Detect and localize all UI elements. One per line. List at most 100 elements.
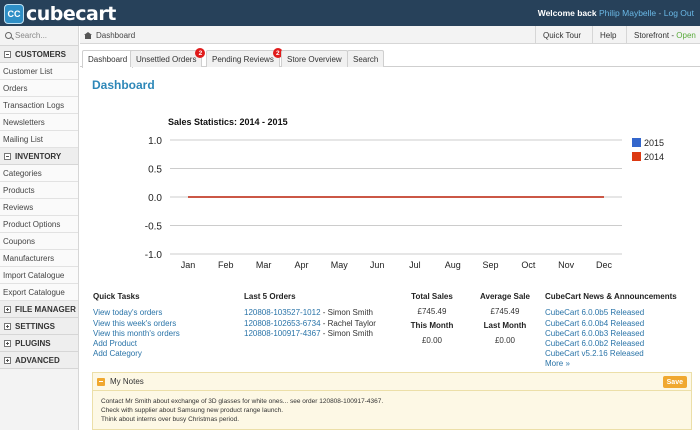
news-link[interactable]: CubeCart 6.0.0b5 Released [545, 308, 644, 317]
legend-label-2015: 2015 [644, 138, 664, 148]
notes-textarea[interactable]: Contact Mr Smith about exchange of 3D gl… [101, 397, 383, 424]
news-link[interactable]: CubeCart 6.0.0b2 Released [545, 339, 644, 348]
separator: - [658, 8, 662, 18]
sidebar-item-mailing-list[interactable]: Mailing List [0, 131, 78, 148]
x-tick-label: Apr [294, 260, 308, 270]
quick-task-link[interactable]: View this month's orders [93, 329, 180, 338]
quick-task-link[interactable]: View today's orders [93, 308, 162, 317]
section-title: PLUGINS [15, 338, 51, 348]
expand-icon [4, 339, 11, 347]
sidebar-item-import-catalogue[interactable]: Import Catalogue [0, 267, 78, 284]
average-sale-value: £745.49 [490, 307, 520, 316]
quick-task-link[interactable]: Add Category [93, 349, 142, 358]
x-tick-label: Nov [558, 260, 575, 270]
legend-label-2014: 2014 [644, 152, 664, 162]
sidebar-item-products[interactable]: Products [0, 182, 78, 199]
sidebar-item-product-options[interactable]: Product Options [0, 216, 78, 233]
sidebar-item-categories[interactable]: Categories [0, 165, 78, 182]
tab-dashboard[interactable]: Dashboard [82, 50, 134, 68]
y-tick-label: 0.5 [148, 165, 162, 176]
last-month-label: Last Month [483, 321, 527, 330]
quick-task-link[interactable]: Add Product [93, 339, 137, 348]
this-month-value: £0.00 [421, 336, 443, 345]
storefront-button[interactable]: Storefront - Open [626, 26, 700, 44]
section-title: SETTINGS [15, 321, 56, 331]
last-month-value: £0.00 [494, 336, 516, 345]
news-more-link[interactable]: More » [545, 359, 570, 368]
help-button[interactable]: Help [592, 26, 623, 44]
sidebar-section-advanced[interactable]: ADVANCED [0, 352, 78, 369]
news-title: CubeCart News & Announcements [545, 292, 677, 301]
search-icon [5, 32, 12, 39]
sidebar-section-inventory[interactable]: INVENTORY [0, 148, 78, 165]
tab-label: Pending Reviews [212, 54, 274, 64]
section-title: CUSTOMERS [15, 49, 66, 59]
x-tick-label: Feb [218, 260, 234, 270]
sidebar-item-coupons[interactable]: Coupons [0, 233, 78, 250]
sidebar-item-customer-list[interactable]: Customer List [0, 63, 78, 80]
notes-panel: My Notes Save Contact Mr Smith about exc… [92, 372, 692, 430]
y-tick-label: 1.0 [148, 136, 162, 147]
search-input[interactable]: Search... [15, 31, 47, 40]
welcome-area: Welcome back Philip Maybelle - Log Out [538, 8, 694, 18]
legend-swatch-2014 [632, 152, 641, 161]
legend-swatch-2015 [632, 138, 641, 147]
sidebar-item-newsletters[interactable]: Newsletters [0, 114, 78, 131]
order-row: 120808-102653-6734 - Rachel Taylor [244, 319, 376, 328]
storefront-label: Storefront [634, 30, 670, 40]
storefront-separator: - [671, 30, 675, 40]
tab-search[interactable]: Search [347, 50, 385, 67]
news-link[interactable]: CubeCart 6.0.0b3 Released [545, 329, 644, 338]
expand-icon [4, 322, 11, 330]
tab-pending-reviews[interactable]: Pending Reviews 2 [206, 48, 283, 67]
count-badge: 2 [195, 48, 206, 58]
notes-header: My Notes Save [93, 373, 691, 391]
y-tick-label: -1.0 [145, 250, 163, 261]
sidebar-section-plugins[interactable]: PLUGINS [0, 335, 78, 352]
sidebar-item-reviews[interactable]: Reviews [0, 199, 78, 216]
tab-label: Search [353, 54, 379, 64]
sidebar-section-customers[interactable]: CUSTOMERS [0, 46, 78, 63]
logout-link[interactable]: Log Out [664, 8, 694, 18]
welcome-text: Welcome back [537, 8, 597, 18]
order-id-link[interactable]: 120808-100917-4367 [244, 329, 321, 338]
news-link[interactable]: CubeCart 6.0.0b4 Released [545, 319, 644, 328]
order-id-link[interactable]: 120808-103527-1012 [244, 308, 321, 317]
sidebar-item-manufacturers[interactable]: Manufacturers [0, 250, 78, 267]
order-row: 120808-100917-4367 - Simon Smith [244, 329, 373, 338]
sales-chart: 1.0 0.5 0.0 -0.5 -1.0 Jan Feb Mar Apr May Jun Jul Au… [145, 136, 664, 270]
sidebar-item-export-catalogue[interactable]: Export Catalogue [0, 284, 78, 301]
this-month-label: This Month [410, 321, 454, 330]
x-tick-label: Oct [521, 260, 536, 270]
note-line: Think about interns over busy Christmas … [101, 416, 240, 423]
expand-icon [4, 356, 11, 364]
quick-tour-button[interactable]: Quick Tour [535, 26, 588, 44]
sidebar-section-settings[interactable]: SETTINGS [0, 318, 78, 335]
quick-task-link[interactable]: View this week's orders [93, 319, 176, 328]
sidebar-section-file-manager[interactable]: FILE MANAGER [0, 301, 78, 318]
sidebar-item-orders[interactable]: Orders [0, 80, 78, 97]
collapse-icon [4, 50, 11, 58]
tab-store-overview[interactable]: Store Overview [281, 50, 348, 67]
section-title: INVENTORY [15, 151, 62, 161]
cubecart-logo-icon: CC [4, 4, 24, 24]
logo-text: cubecart [26, 3, 116, 25]
user-link[interactable]: Philip Maybelle [599, 8, 656, 18]
sidebar-item-transaction-logs[interactable]: Transaction Logs [0, 97, 78, 114]
x-tick-label: Jun [370, 260, 385, 270]
notes-icon [97, 377, 105, 386]
note-line: Contact Mr Smith about exchange of 3D gl… [101, 398, 384, 405]
quick-bar: Dashboard Quick Tour Help Storefront - O… [80, 26, 700, 44]
total-sales-label: Total Sales [411, 292, 453, 301]
sidebar: Search... CUSTOMERS Customer List Orders… [0, 26, 79, 430]
tab-unsettled-orders[interactable]: Unsettled Orders 2 [130, 48, 206, 67]
order-id-link[interactable]: 120808-102653-6734 [244, 319, 321, 328]
tab-label: Dashboard [88, 55, 128, 64]
breadcrumb[interactable]: Dashboard [84, 31, 135, 40]
save-button[interactable]: Save [662, 376, 687, 388]
x-tick-label: Aug [445, 260, 461, 270]
logo[interactable]: CC cubecart [4, 3, 116, 25]
sidebar-search[interactable]: Search... [0, 26, 78, 46]
news-link[interactable]: CubeCart v5.2.16 Released [545, 349, 644, 358]
total-sales-value: £745.49 [417, 307, 447, 316]
